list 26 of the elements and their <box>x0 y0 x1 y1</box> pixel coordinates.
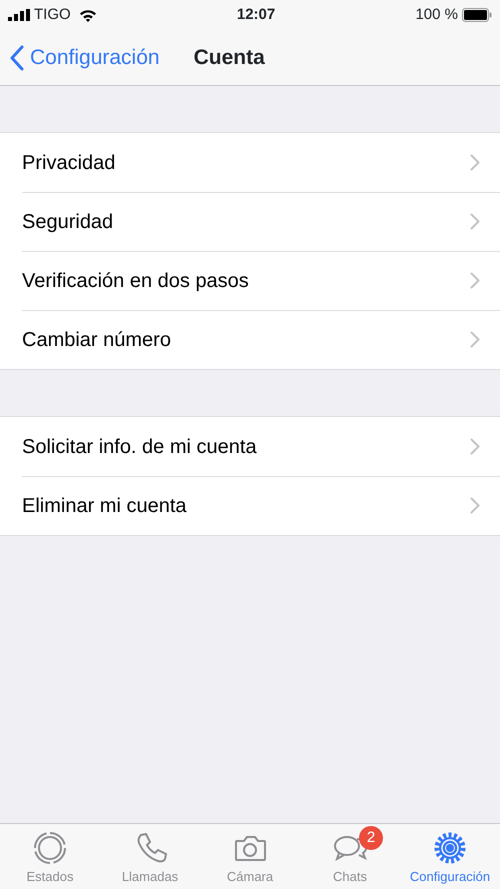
settings-row[interactable]: Cambiar número <box>0 310 500 369</box>
battery-percent: 100 % <box>415 4 458 25</box>
settings-row[interactable]: Eliminar mi cuenta <box>0 476 500 535</box>
screen-title: Cuenta <box>194 44 265 71</box>
clock-time: 12:07 <box>236 4 276 25</box>
wifi-icon <box>78 8 97 22</box>
settings-row[interactable]: Solicitar info. de mi cuenta <box>0 417 500 476</box>
chevron-icon <box>470 272 480 289</box>
back-button[interactable]: Configuración <box>10 42 160 74</box>
status-ring-icon <box>33 830 67 864</box>
chevron-icon <box>470 331 480 348</box>
settings-row[interactable]: Seguridad <box>0 192 500 251</box>
chevron-icon <box>470 438 480 455</box>
badge-count: 2 <box>359 826 383 850</box>
chevron-icon <box>470 497 480 514</box>
chevron-icon <box>470 154 480 171</box>
battery-icon <box>462 8 492 22</box>
carrier-name: TIGO <box>34 4 71 25</box>
settings-row[interactable]: Privacidad <box>0 133 500 192</box>
tab-bar-item[interactable]: Configuración <box>400 824 500 889</box>
chevron-icon <box>470 213 480 230</box>
tab-bar-item[interactable]: Chats 2 <box>300 824 400 889</box>
gear-icon <box>433 830 467 864</box>
settings-row[interactable]: Verificación en dos pasos <box>0 251 500 310</box>
signal-icon <box>8 9 30 21</box>
back-chevron-icon <box>10 44 24 70</box>
